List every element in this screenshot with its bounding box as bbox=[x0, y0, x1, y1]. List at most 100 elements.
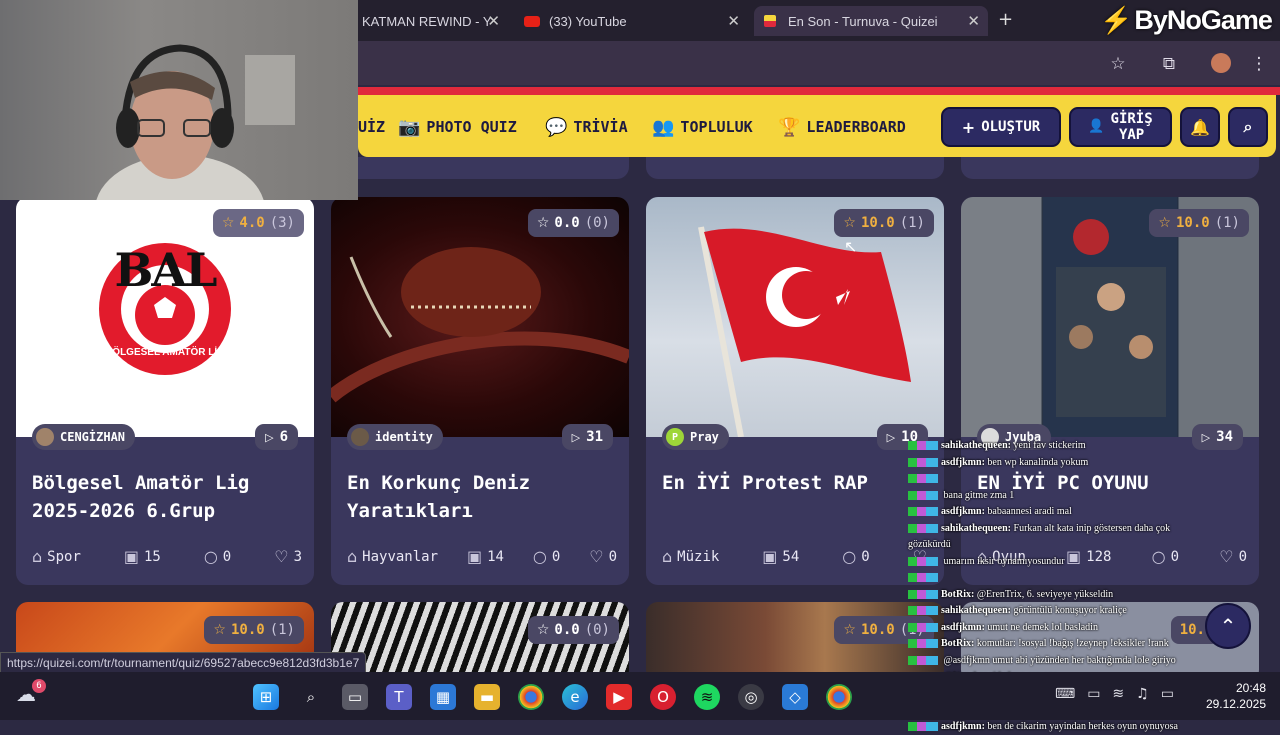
quiz-card[interactable]: ☆ 0.0 (0) bbox=[331, 602, 629, 682]
play-count-value: 6 bbox=[280, 429, 288, 445]
teams-icon[interactable]: T bbox=[386, 684, 412, 710]
tab-youtube[interactable]: (33) YouTube ✕ bbox=[518, 6, 748, 36]
chat-badge-icon bbox=[908, 606, 938, 615]
play-count-value: 34 bbox=[1216, 429, 1233, 445]
like-button[interactable]: ♡0 bbox=[1219, 547, 1247, 566]
weather-badge: 6 bbox=[32, 679, 46, 693]
create-button[interactable]: + OLUŞTUR bbox=[941, 107, 1061, 147]
quiz-title[interactable]: En İYİ Protest RAP bbox=[662, 469, 930, 497]
nav-label: LEADERBOARD bbox=[806, 118, 905, 136]
chat-text: ben wp kanalinda yokum bbox=[985, 457, 1088, 468]
chat-username: sahikathequeen: bbox=[941, 523, 1011, 534]
prev-card-bottom bbox=[646, 157, 944, 179]
nav-item-photo-quiz[interactable]: 📷 PHOTO QUIZ bbox=[398, 117, 517, 137]
tab-label: En Son - Turnuva - Quizei bbox=[788, 14, 938, 29]
tab-katman-rewind[interactable]: KATMAN REWIND - Y ✕ bbox=[358, 6, 508, 36]
quiz-card[interactable]: ☆ 0.0 (0) identity ▷ 31 En Korkunç Deniz… bbox=[331, 197, 629, 585]
author-chip[interactable]: identity bbox=[347, 424, 443, 450]
tab-quizei[interactable]: En Son - Turnuva - Quizei ✕ bbox=[754, 6, 988, 36]
new-tab-button[interactable]: + bbox=[998, 9, 1013, 30]
profile-avatar[interactable] bbox=[1211, 53, 1231, 73]
bal-logo-text: BAL bbox=[96, 243, 234, 297]
nav-item-quiz-partial[interactable]: UİZ bbox=[358, 117, 385, 137]
comment-icon: ○ bbox=[842, 547, 856, 566]
quiz-title[interactable]: En Korkunç Deniz Yaratıkları bbox=[347, 469, 615, 525]
tab-label: KATMAN REWIND - Y bbox=[358, 14, 492, 29]
card-footer: ⌂Müzik ▣54 ○0 ♡ bbox=[662, 547, 932, 566]
close-icon[interactable]: ✕ bbox=[967, 12, 980, 30]
quizei-icon bbox=[764, 15, 776, 27]
youtube-icon bbox=[524, 16, 540, 27]
quiz-title[interactable]: Bölgesel Amatör Lig 2025-2026 6.Grup bbox=[32, 469, 300, 525]
more-menu-icon[interactable]: ⋮ bbox=[1248, 53, 1270, 75]
youtube-app-icon[interactable]: ▶ bbox=[606, 684, 632, 710]
star-icon: ☆ bbox=[537, 622, 550, 638]
rating-count: (1) bbox=[270, 622, 295, 638]
nav-top-stripe bbox=[358, 87, 1280, 95]
start-icon[interactable]: ⊞ bbox=[253, 684, 279, 710]
login-label-line1: GİRİŞ bbox=[1111, 111, 1153, 127]
close-icon[interactable]: ✕ bbox=[487, 12, 500, 30]
quiz-card[interactable]: ☆ 10.0 (1) ↖ P Pray ▷ 10 En İYİ Protest … bbox=[646, 197, 944, 585]
like-button[interactable]: ♡3 bbox=[274, 547, 302, 566]
login-button[interactable]: 👤 GİRİŞ YAP bbox=[1069, 107, 1172, 147]
extensions-icon[interactable]: ⧉ bbox=[1158, 53, 1180, 75]
chat-username: asdfjkmn: bbox=[941, 506, 985, 517]
quiz-card[interactable]: ☆ 10.0 (1) bbox=[646, 602, 944, 682]
chat-badge-icon bbox=[908, 557, 938, 566]
rating-badge: ☆ 10.0 (1) bbox=[1149, 209, 1249, 237]
opera-icon[interactable]: O bbox=[650, 684, 676, 710]
rating-value: 4.0 bbox=[239, 215, 264, 231]
category[interactable]: ⌂Spor bbox=[32, 547, 81, 566]
category-label: Hayvanlar bbox=[362, 549, 438, 565]
rating-value: 10.0 bbox=[861, 622, 895, 638]
chat-username: sahikathequeen: bbox=[941, 605, 1011, 616]
chat-username: BotRix: bbox=[941, 638, 974, 649]
quiz-card[interactable]: BAL BÖLGESEL AMATÖR LİG ☆ 4.0 (3) CENGİZ… bbox=[16, 197, 314, 585]
category[interactable]: ⌂Müzik bbox=[662, 547, 719, 566]
obs-icon[interactable]: ◎ bbox=[738, 684, 764, 710]
spotify-icon[interactable]: ≋ bbox=[694, 684, 720, 710]
edge-icon[interactable]: e bbox=[562, 684, 588, 710]
file-explorer-icon[interactable]: ▬ bbox=[474, 684, 500, 710]
chat-message: umarım iksir oynamıyosundur bbox=[908, 554, 1208, 571]
rating-badge: ☆ 0.0 (0) bbox=[528, 209, 619, 237]
chat-message: BotRix: komutlar: !sosyal !bağış !zeynep… bbox=[908, 636, 1208, 653]
like-button[interactable]: ♡0 bbox=[589, 547, 617, 566]
nav-item-topluluk[interactable]: 👥 TOPLULUK bbox=[652, 117, 753, 137]
search-icon[interactable]: ⌕ bbox=[298, 684, 324, 710]
comment-count-value: 0 bbox=[223, 549, 231, 565]
bookmark-star-icon[interactable]: ☆ bbox=[1107, 53, 1129, 75]
nav-item-trivia[interactable]: 💬 TRİVİA bbox=[545, 117, 628, 137]
avatar bbox=[36, 428, 54, 446]
star-icon: ☆ bbox=[1158, 215, 1171, 231]
comment-icon: ○ bbox=[533, 547, 547, 566]
chat-badge-icon bbox=[908, 524, 938, 533]
category[interactable]: ⌂Hayvanlar bbox=[347, 547, 438, 566]
task-view-icon[interactable]: ▭ bbox=[342, 684, 368, 710]
chat-message bbox=[908, 471, 1208, 488]
login-label: GİRİŞ YAP bbox=[1111, 111, 1153, 143]
clock[interactable]: 20:48 29.12.2025 bbox=[1196, 680, 1266, 712]
question-count-value: 15 bbox=[144, 549, 161, 565]
comment-icon: ○ bbox=[204, 547, 218, 566]
store-icon[interactable]: ▦ bbox=[430, 684, 456, 710]
scroll-to-top-button[interactable]: ⌃ bbox=[1205, 603, 1251, 649]
star-icon: ☆ bbox=[222, 215, 235, 231]
nav-item-leaderboard[interactable]: 🏆 LEADERBOARD bbox=[778, 117, 906, 137]
rating-badge: ☆ 4.0 (3) bbox=[213, 209, 304, 237]
author-chip[interactable]: CENGİZHAN bbox=[32, 424, 135, 450]
system-tray-icons[interactable]: ⌨▭≋♫▭ bbox=[1055, 686, 1186, 702]
play-icon: ▷ bbox=[572, 431, 580, 444]
author-chip[interactable]: P Pray bbox=[662, 424, 729, 450]
app-icon[interactable]: ◇ bbox=[782, 684, 808, 710]
clock-date: 29.12.2025 bbox=[1196, 696, 1266, 712]
close-icon[interactable]: ✕ bbox=[727, 12, 740, 30]
chat-text: umut ne demek lol basladin bbox=[985, 622, 1098, 633]
chrome-profile-icon[interactable] bbox=[826, 684, 852, 710]
rating-badge: ☆ 10.0 (1) bbox=[204, 616, 304, 644]
notifications-button[interactable]: 🔔 bbox=[1180, 107, 1220, 147]
chrome-icon[interactable] bbox=[518, 684, 544, 710]
search-button[interactable]: ⌕ bbox=[1228, 107, 1268, 147]
bell-icon: 🔔 bbox=[1190, 118, 1210, 137]
